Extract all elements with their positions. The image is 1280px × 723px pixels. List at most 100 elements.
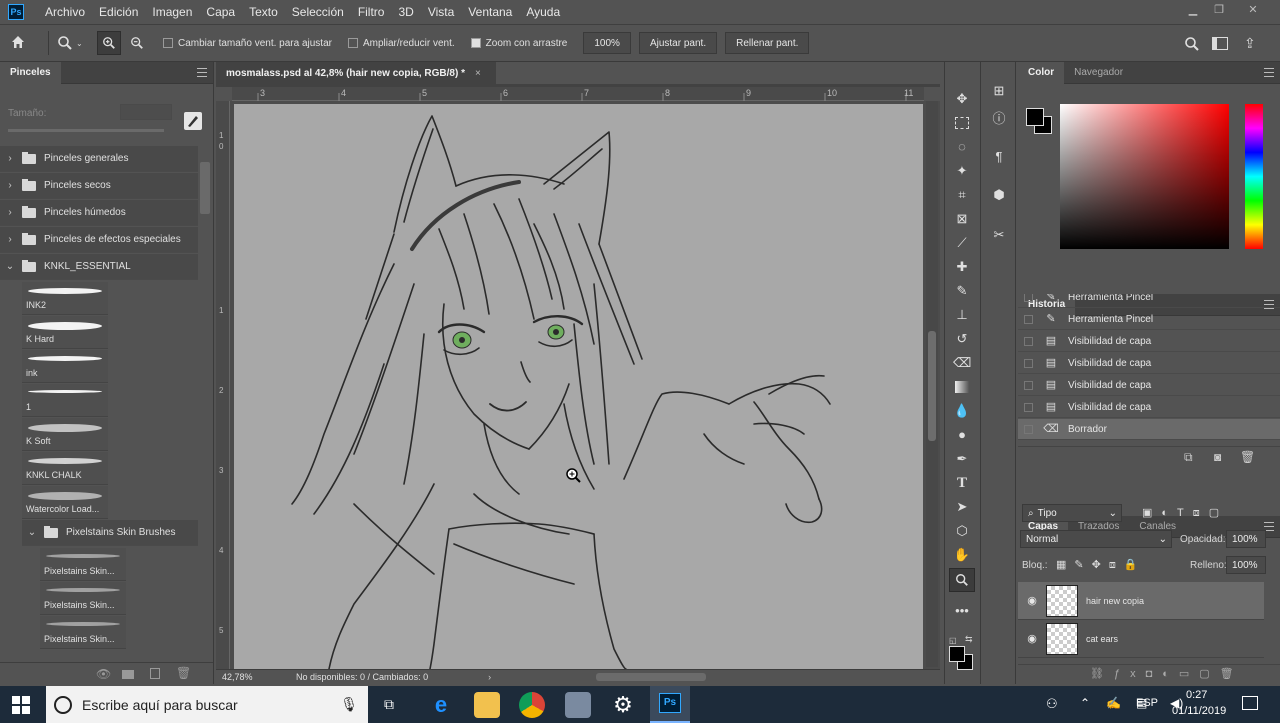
menu-archivo[interactable]: Archivo xyxy=(38,5,92,19)
status-menu-arrow-icon[interactable]: › xyxy=(488,672,491,682)
menu-ventana[interactable]: Ventana xyxy=(461,5,519,19)
history-snapshot-check[interactable] xyxy=(1024,358,1033,368)
color-foreground-swatch[interactable] xyxy=(1026,108,1044,126)
horizontal-scroll-thumb[interactable] xyxy=(596,673,706,681)
brush-item-pixelstains[interactable]: Pixelstains Skin... xyxy=(40,548,126,581)
new-brush-icon[interactable] xyxy=(184,112,202,130)
history-row[interactable]: ✎ Herramienta Pincel xyxy=(1018,309,1280,330)
zoom-tool-icon[interactable] xyxy=(949,568,975,592)
eye-toggle-icon[interactable]: 👁 xyxy=(96,667,111,681)
lock-icons[interactable]: ▦✎✥⧈🔒 xyxy=(1056,558,1146,572)
panel-menu-icon[interactable] xyxy=(1264,68,1274,77)
brush-item-k-soft[interactable]: K Soft xyxy=(22,418,108,451)
photos-app-icon[interactable] xyxy=(565,692,591,718)
camera-icon[interactable]: ◙ xyxy=(1214,450,1221,464)
menu-texto[interactable]: Texto xyxy=(242,5,285,19)
minimize-icon[interactable]: ▁ xyxy=(1180,3,1206,19)
dodge-tool-icon[interactable]: ● xyxy=(953,426,971,444)
tab-pinceles[interactable]: Pinceles xyxy=(0,61,61,84)
swap-colors-icon[interactable]: ⇆ xyxy=(965,634,973,645)
workspace-icon[interactable] xyxy=(1212,37,1228,50)
tool-presets-icon[interactable]: ✂ xyxy=(990,226,1008,244)
hue-slider[interactable] xyxy=(1245,104,1263,249)
brush-item-pixelstains[interactable]: Pixelstains Skin... xyxy=(40,616,126,649)
scroll-thumb[interactable] xyxy=(928,331,936,441)
brush-item-ink2[interactable]: INK2 xyxy=(22,282,108,315)
layer-filter-select[interactable]: ⌕ Tipo ⌄ xyxy=(1022,504,1122,522)
brush-folder-pixelstains[interactable]: ⌄ Pixelstains Skin Brushes xyxy=(22,520,198,546)
blend-mode-select[interactable]: Normal ⌄ xyxy=(1020,530,1172,548)
people-icon[interactable]: ⚇ xyxy=(1046,696,1058,712)
foreground-color-swatch[interactable] xyxy=(949,646,965,662)
trash-icon[interactable]: 🗑 xyxy=(1240,450,1255,464)
microphone-icon[interactable]: 🎙 xyxy=(340,696,358,713)
chrome-icon[interactable] xyxy=(519,692,545,718)
task-view-icon[interactable]: ⧉ xyxy=(384,696,394,713)
brush-tool-icon[interactable]: ✎ xyxy=(953,282,971,300)
scrubby-zoom-check[interactable] xyxy=(470,38,481,48)
history-row[interactable]: ▤ Visibilidad de capa xyxy=(1018,331,1280,352)
menu-capa[interactable]: Capa xyxy=(199,5,242,19)
healing-brush-tool-icon[interactable]: ✚ xyxy=(953,258,971,276)
default-colors-icon[interactable]: ◱ xyxy=(949,636,957,645)
layer-row[interactable]: ◉ cat ears xyxy=(1018,620,1264,658)
taskbar-search-box[interactable]: Escribe aquí para buscar 🎙 xyxy=(46,686,368,723)
fit-screen-button[interactable]: Ajustar pant. xyxy=(638,32,718,54)
menu-ayuda[interactable]: Ayuda xyxy=(519,5,567,19)
brush-item-k-hard[interactable]: K Hard xyxy=(22,316,108,349)
menu-3d[interactable]: 3D xyxy=(391,5,420,19)
menu-edicion[interactable]: Edición xyxy=(92,5,145,19)
menu-seleccion[interactable]: Selección xyxy=(285,5,351,19)
brush-size-field[interactable] xyxy=(120,104,172,120)
search-icon[interactable] xyxy=(1184,36,1200,55)
menu-vista[interactable]: Vista xyxy=(421,5,461,19)
crop-tool-icon[interactable]: ⌗ xyxy=(953,186,971,204)
resize-windows-checkbox[interactable]: Cambiar tamaño vent. para ajustar xyxy=(163,38,332,49)
eyedropper-tool-icon[interactable]: ⟋ xyxy=(953,234,971,252)
brush-size-slider[interactable] xyxy=(8,129,164,132)
scrubby-zoom-checkbox[interactable]: Zoom con arrastre xyxy=(470,38,567,49)
eraser-tool-icon[interactable]: ⌫ xyxy=(953,354,971,372)
action-center-icon[interactable] xyxy=(1242,696,1258,710)
clock-date[interactable]: 01/11/2019 xyxy=(1172,705,1226,717)
brush-folder-knkl[interactable]: ⌄ KNKL_ESSENTIAL xyxy=(0,254,198,280)
brush-folder-wet[interactable]: › Pinceles húmedos xyxy=(0,200,198,226)
history-snapshot-check[interactable] xyxy=(1024,380,1033,390)
magic-wand-tool-icon[interactable]: ✦ xyxy=(953,162,971,180)
trash-icon[interactable]: 🗑 xyxy=(176,666,191,680)
color-field[interactable] xyxy=(1060,104,1229,249)
menu-imagen[interactable]: Imagen xyxy=(145,5,199,19)
layer-filter-icons[interactable]: ▣◐T⧈▢ xyxy=(1142,506,1228,520)
chevron-up-icon[interactable]: ⌃ xyxy=(1080,696,1090,710)
zoom-in-icon[interactable] xyxy=(97,31,121,55)
brush-list-scrollbar[interactable] xyxy=(200,162,210,214)
info-icon[interactable]: ⓘ xyxy=(990,110,1008,128)
home-icon[interactable] xyxy=(10,34,40,53)
frame-tool-icon[interactable]: ⊠ xyxy=(953,210,971,228)
artboard-canvas[interactable] xyxy=(234,104,923,669)
gradient-tool-icon[interactable] xyxy=(953,378,971,396)
hand-tool-icon[interactable]: ✋ xyxy=(953,546,971,564)
brush-item-1[interactable]: 1 xyxy=(22,384,108,417)
resize-windows-check[interactable] xyxy=(163,38,173,48)
3d-icon[interactable]: ⬢ xyxy=(990,186,1008,204)
folder-icon[interactable] xyxy=(122,670,134,679)
document-tab[interactable]: mosmalass.psd al 42,8% (hair new copia, … xyxy=(216,62,496,84)
brush-folder-general[interactable]: › Pinceles generales xyxy=(0,146,198,172)
brush-folder-effects[interactable]: › Pinceles de efectos especiales xyxy=(0,227,198,253)
zoom-percent-button[interactable]: 100% xyxy=(583,32,631,54)
opacity-input[interactable]: 100% xyxy=(1226,530,1266,548)
path-selection-tool-icon[interactable]: ➤ xyxy=(953,498,971,516)
more-tools-icon[interactable]: ••• xyxy=(953,602,971,620)
history-brush-tool-icon[interactable]: ↺ xyxy=(953,330,971,348)
brush-item-ink[interactable]: ink xyxy=(22,350,108,383)
stamp-tool-icon[interactable]: ⊥ xyxy=(953,306,971,324)
brush-item-knkl-chalk[interactable]: KNKL CHALK xyxy=(22,452,108,485)
windows-start-icon[interactable] xyxy=(12,696,30,717)
photoshop-taskbar-icon[interactable]: Ps xyxy=(650,686,690,723)
panel-menu-icon[interactable] xyxy=(197,68,207,77)
paragraph-icon[interactable]: ¶ xyxy=(990,148,1008,166)
share-icon[interactable]: ⇪ xyxy=(1244,35,1256,52)
history-snapshot-check[interactable] xyxy=(1024,402,1033,412)
type-tool-icon[interactable]: T xyxy=(953,474,971,492)
